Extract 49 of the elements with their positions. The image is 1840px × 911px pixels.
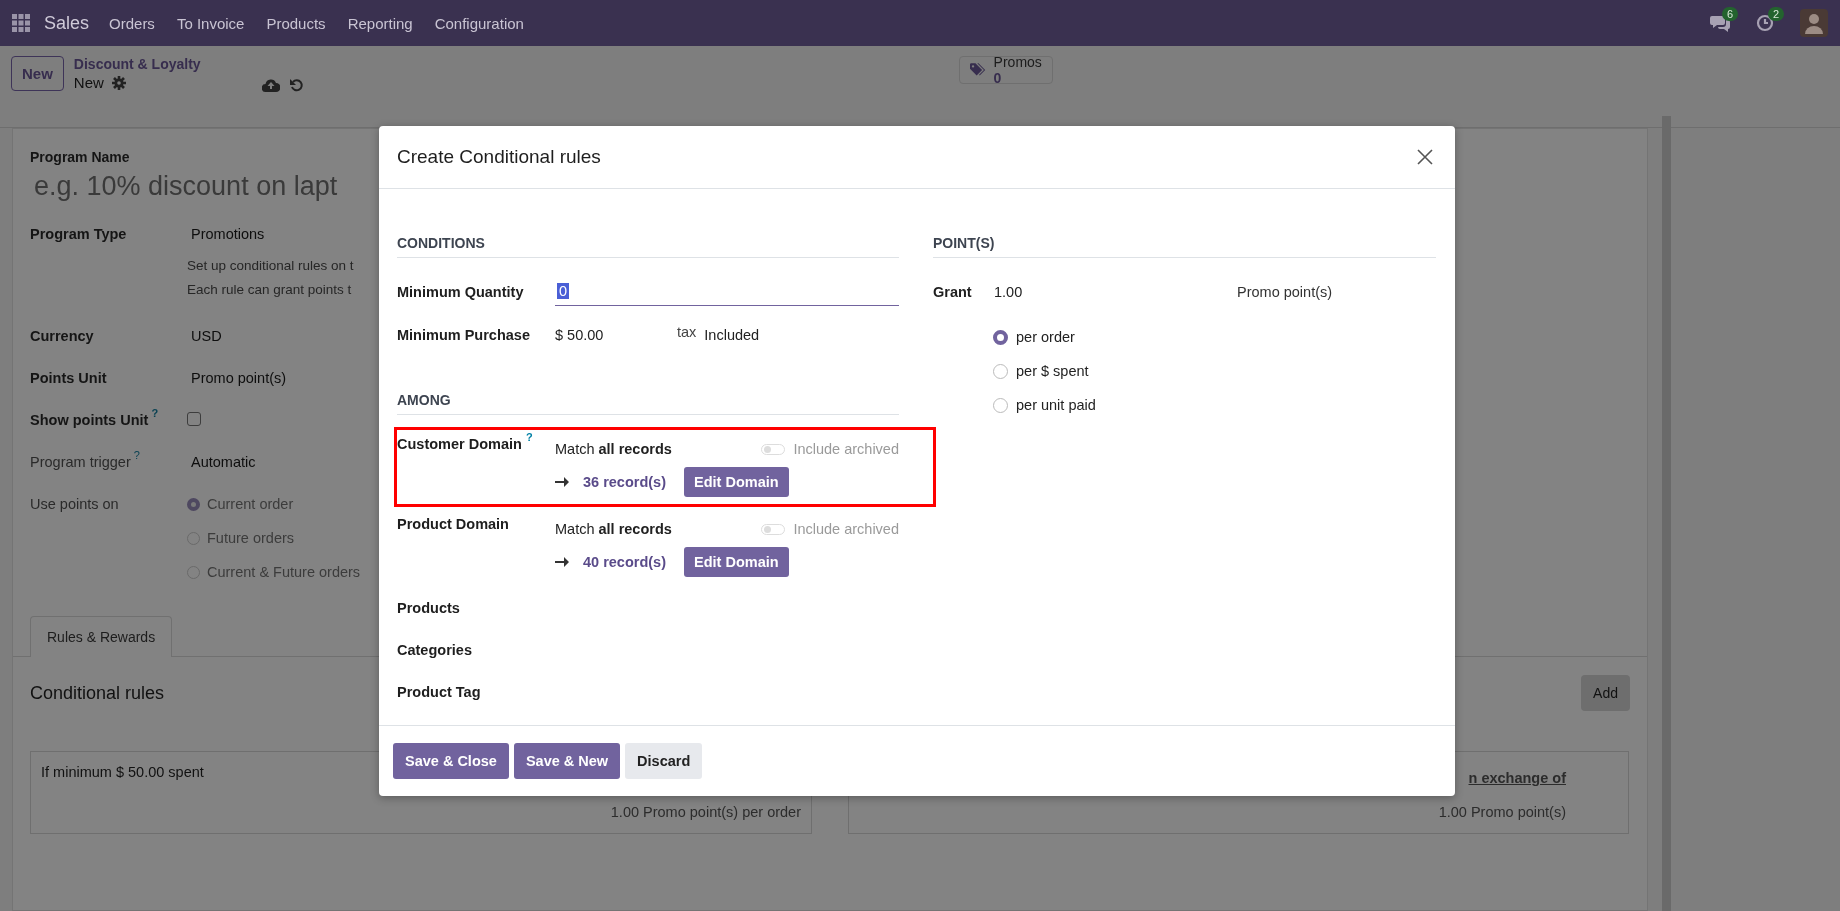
radio-label: Current & Future orders <box>207 564 361 580</box>
field-label: Currency <box>30 328 94 344</box>
field-label: tax <box>677 323 697 340</box>
field-label: Customer Domain <box>397 436 522 454</box>
toggle-label: Include archived <box>793 521 899 537</box>
radio-label: Current order <box>207 496 294 512</box>
record-name: New <box>73 74 104 91</box>
count-badge: 2 <box>1768 7 1785 21</box>
field-label: Products <box>397 600 461 616</box>
help-mark: ? <box>151 407 159 421</box>
section-heading: POINT(S) <box>933 235 1436 258</box>
domain-summary: Match all records <box>555 521 672 537</box>
field-label: Use points on <box>30 496 119 512</box>
reward-cost: 1.00 Promo point(s) <box>1438 804 1566 820</box>
field-value: USD <box>190 328 222 344</box>
section-title: Conditional rules <box>30 682 165 704</box>
section-heading: AMONG <box>397 392 899 415</box>
domain-summary: Match all records <box>555 441 672 457</box>
dialog-title: Create Conditional rules <box>397 146 601 168</box>
field-label: Show points Unit <box>30 412 149 428</box>
field-value: Promo point(s) <box>190 370 287 386</box>
count-badge: 6 <box>1722 7 1739 21</box>
help-mark: ? <box>133 449 140 463</box>
field-label: Program trigger <box>30 454 131 470</box>
field-label: Product Domain <box>397 516 509 534</box>
field-value: Promo point(s) <box>1237 283 1334 300</box>
radio-label: Future orders <box>207 530 295 546</box>
field-label: Points Unit <box>30 370 107 386</box>
toggle-label: Include archived <box>793 441 899 457</box>
field-label: Categories <box>397 642 473 658</box>
field-label: Product Tag <box>397 684 482 700</box>
field-value: Automatic <box>190 454 256 470</box>
help-mark: ? <box>525 431 533 445</box>
field-label: Program Name <box>30 149 130 165</box>
rule-points: 1.00 Promo point(s) per order <box>610 804 801 820</box>
field-value: Included <box>704 326 760 343</box>
section-heading: CONDITIONS <box>397 235 899 258</box>
field-label: Grant <box>933 283 973 300</box>
help-text: Set up conditional rules on t Each rule can grant points t <box>187 257 354 299</box>
rule-condition: If minimum $ 50.00 spent <box>41 764 204 780</box>
field-value: Promotions <box>190 226 265 242</box>
radio-label: per $ spent <box>1016 363 1089 379</box>
radio-label: per order <box>1016 329 1075 345</box>
field-value: $ 50.00 <box>555 326 605 343</box>
field-label: Minimum Quantity <box>397 283 524 300</box>
radio-label: per unit paid <box>1016 397 1096 413</box>
field-value: 1.00 <box>994 283 1024 300</box>
field-label: Program Type <box>30 226 127 242</box>
field-label: Minimum Purchase <box>397 326 530 343</box>
